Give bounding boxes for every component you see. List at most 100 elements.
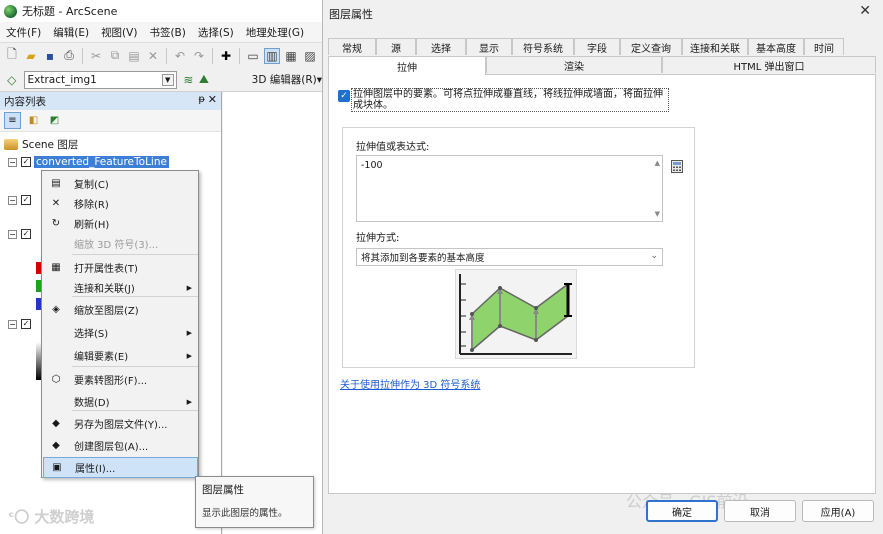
add-data-icon[interactable]: ✚ [218,48,234,64]
context-menu-item-label: 移除(R) [74,200,109,211]
extrusion-preview [455,269,577,359]
save-icon[interactable]: ▪ [42,48,58,64]
toc-layer-row[interactable]: − ✓ [8,226,34,242]
toc-layer-row[interactable]: − ✓ [8,192,34,208]
context-menu-item[interactable]: 连接和关联(J) ▶ [43,277,198,298]
context-menu-item-label: 复制(C) [74,180,109,191]
tab-8[interactable]: 基本高度 [748,38,804,55]
context-menu-item[interactable]: ⬡ 要素转图形(F)... [43,369,198,390]
menu-file[interactable]: 文件(F) [6,25,41,40]
cut-icon[interactable]: ✂ [88,48,104,64]
collapse-icon[interactable]: − [8,229,17,239]
scroll-down-icon[interactable]: ▼ [655,210,660,218]
menu-separator [72,296,198,297]
tab-9[interactable]: 时间 [804,38,844,55]
close-icon[interactable]: ✕ [208,93,217,106]
layer-symbol-icon: ◇ [7,72,17,87]
list-by-drawing-order-icon[interactable]: ≡ [4,112,21,129]
tooltip-title: 图层属性 [202,484,244,496]
chevron-down-icon[interactable]: ⌄ [650,251,658,261]
tab-0[interactable]: 常规 [328,38,376,55]
tab-5[interactable]: 字段 [574,38,620,55]
context-menu-item[interactable]: 数据(D) ▶ [43,391,198,412]
new-document-icon[interactable]: 🗋 [4,47,20,64]
cancel-button[interactable]: 取消 [724,500,796,522]
context-menu-item[interactable]: ▦ 打开属性表(T) [43,257,198,278]
expression-value: -100 [361,160,383,171]
extrusion-method-select[interactable]: 将其添加到各要素的基本高度 ⌄ [356,248,663,266]
tab-row2-2[interactable]: HTML 弹出窗口 [662,56,876,73]
context-menu-item[interactable]: 选择(S) ▶ [43,322,198,343]
layer-visibility-checkbox[interactable]: ✓ [21,195,31,205]
collapse-icon[interactable]: − [8,195,17,205]
toolbar-separator [82,47,83,64]
ok-button[interactable]: 确定 [646,500,718,522]
menu-bookmarks[interactable]: 书签(B) [149,25,185,40]
context-menu-item-label: 创建图层包(A)... [74,442,149,453]
layer-visibility-checkbox[interactable]: ✓ [21,157,31,167]
context-menu-item[interactable]: ▤ 复制(C) [43,173,198,194]
close-icon[interactable]: ✕ [859,3,871,19]
menu-selection[interactable]: 选择(S) [198,25,234,40]
collapse-icon[interactable]: − [8,319,17,329]
extrude-checkbox[interactable]: ✓ [338,90,350,102]
context-menu-item[interactable]: ✕ 移除(R) [43,193,198,214]
expression-textarea[interactable]: -100 ▲ ▼ [356,155,663,222]
undo-icon[interactable]: ↶ [172,48,188,64]
tab-2[interactable]: 选择 [416,38,466,55]
context-menu-item[interactable]: 编辑要素(E) ▶ [43,345,198,366]
list-by-visibility-icon[interactable]: ◩ [46,112,63,129]
print-icon[interactable]: ⎙ [61,48,77,64]
layer-visibility-checkbox[interactable]: ✓ [21,319,31,329]
context-menu-item[interactable]: ▣ 属性(I)... [43,457,198,478]
open-folder-icon[interactable]: ▰ [23,48,39,64]
tab-3[interactable]: 显示 [466,38,512,55]
effects-icon[interactable]: ⛰ [196,72,212,88]
toc-layer-row[interactable]: − ✓ [8,316,34,332]
layer-dropdown[interactable]: Extract_img1 ▼ [23,70,177,89]
submenu-arrow-icon: ▶ [186,283,192,292]
context-menu-item[interactable]: ◆ 创建图层包(A)... [43,435,198,456]
layer-visibility-checkbox[interactable]: ✓ [21,229,31,239]
scene-view[interactable] [223,92,322,534]
menu-geoprocessing[interactable]: 地理处理(G) [246,25,304,40]
copy-toolbar-icon[interactable]: ⧉ [107,48,123,64]
chevron-down-icon[interactable]: ▼ [161,73,174,86]
editor-3d-menu[interactable]: 3D 编辑器(R)▾ [252,72,322,87]
context-menu-item[interactable]: ↻ 刷新(H) [43,213,198,234]
collapse-icon[interactable]: − [8,157,17,167]
menu-edit[interactable]: 编辑(E) [53,25,89,40]
context-menu-item[interactable]: ◆ 另存为图层文件(Y)... [43,413,198,434]
toc-layer-row[interactable]: − ✓ converted_FeatureToLine [8,154,169,170]
tab-row2-0[interactable]: 拉伸 [328,56,486,75]
toc-title: 内容列表 [4,95,46,108]
swipe-icon[interactable]: ≋ [181,72,197,88]
pin-icon[interactable]: ᵽ [198,94,205,105]
redo-icon[interactable]: ↷ [191,48,207,64]
extrusion-help-link[interactable]: 关于使用拉伸作为 3D 符号系统 [340,376,480,391]
tab-1[interactable]: 源 [376,38,416,55]
list-by-source-icon[interactable]: ◧ [25,112,42,129]
extrude-checkbox-label[interactable]: 拉伸图层中的要素。可将点拉伸成垂直线，将线拉伸成墙面，将面拉伸成块体。 [351,88,669,112]
paste-icon[interactable]: ▤ [126,48,142,64]
tab-row2-1[interactable]: 渲染 [486,56,662,73]
context-menu-item-label: 要素转图形(F)... [74,376,148,387]
selected-layer-label[interactable]: converted_FeatureToLine [34,156,169,168]
context-menu-item-label: 选择(S) [74,329,109,340]
menu-separator [72,366,198,367]
expression-builder-button[interactable] [670,159,684,173]
catalog-window-icon[interactable]: ▦ [283,48,299,64]
apply-button[interactable]: 应用(A) [802,500,874,522]
context-menu-item[interactable]: ◈ 缩放至图层(Z) [43,299,198,320]
toolbox-icon[interactable]: ▨ [302,48,318,64]
tab-7[interactable]: 连接和关联 [682,38,748,55]
menu-view[interactable]: 视图(V) [101,25,137,40]
scene-properties-icon[interactable]: ▭ [245,48,261,64]
tab-6[interactable]: 定义查询 [620,38,682,55]
toc-scene-root[interactable]: Scene 图层 [4,136,78,152]
delete-icon[interactable]: ✕ [145,48,161,64]
toc-window-icon[interactable]: ▥ [264,47,280,64]
scroll-up-icon[interactable]: ▲ [655,159,660,167]
tab-4[interactable]: 符号系统 [512,38,574,55]
layer-file-icon: ◆ [52,418,60,429]
